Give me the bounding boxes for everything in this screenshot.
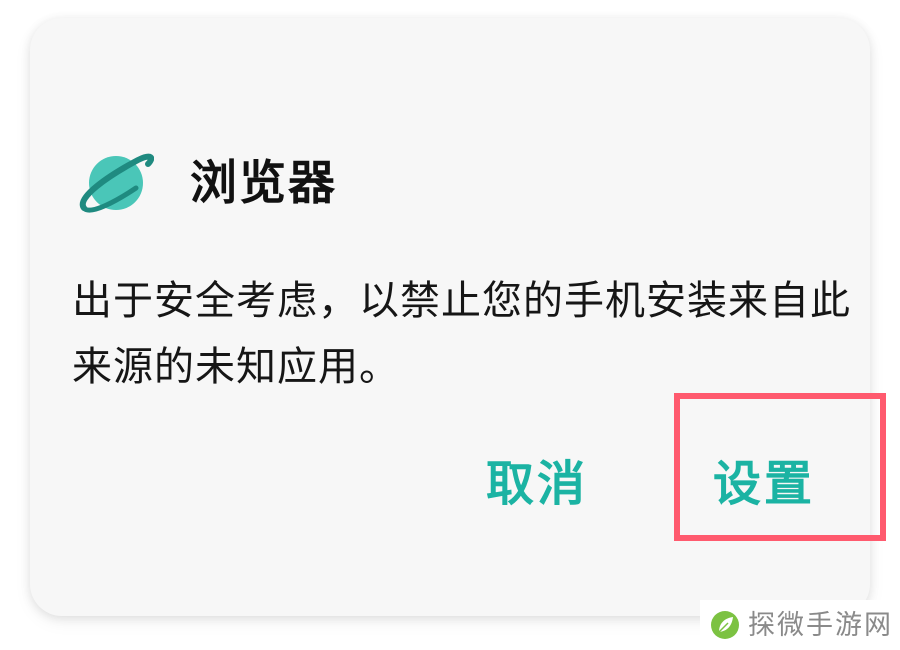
watermark: 探微手游网 bbox=[700, 600, 900, 650]
screen: 浏览器 出于安全考虑，以禁止您的手机安装来自此来源的未知应用。 取消 设置 探微… bbox=[0, 0, 900, 650]
settings-button[interactable]: 设置 bbox=[713, 460, 815, 508]
planet-icon bbox=[79, 153, 154, 213]
leaf-logo-icon bbox=[711, 611, 739, 639]
dialog-title: 浏览器 bbox=[190, 155, 337, 211]
dialog-header: 浏览器 bbox=[78, 143, 337, 223]
security-dialog: 浏览器 出于安全考虑，以禁止您的手机安装来自此来源的未知应用。 bbox=[30, 18, 870, 616]
cancel-button[interactable]: 取消 bbox=[486, 460, 588, 508]
watermark-text: 探微手游网 bbox=[748, 609, 893, 641]
dialog-message: 出于安全考虑，以禁止您的手机安装来自此来源的未知应用。 bbox=[72, 278, 851, 390]
